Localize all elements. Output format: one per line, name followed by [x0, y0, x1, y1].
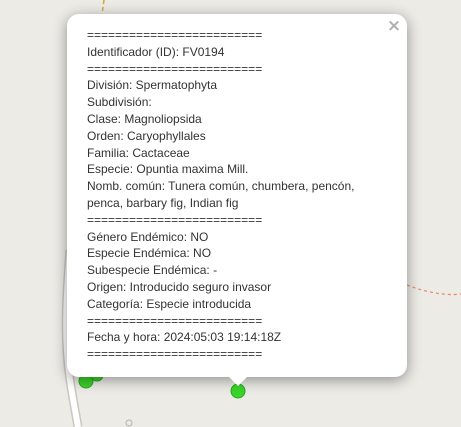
genero-endemico-line: Género Endémico: NO: [87, 229, 209, 244]
common-name-line: Nomb. común: Tunera común, chumbera, pen…: [87, 179, 355, 210]
especie-line: Especie: Opuntia maxima Mill.: [87, 162, 249, 177]
info-popup: × ========================= Identificado…: [67, 14, 407, 377]
separator: =========================: [87, 28, 263, 42]
popup-content: ========================= Identificador …: [87, 27, 387, 363]
popup-tip: [228, 376, 248, 386]
separator: =========================: [87, 313, 263, 328]
separator: =========================: [87, 212, 263, 227]
orden-line: Orden: Caryophyllales: [87, 128, 206, 143]
categoria-line: Categoría: Especie introducida: [87, 296, 252, 311]
observation-marker-selected[interactable]: [230, 383, 246, 399]
id-line: Identificador (ID): FV0194: [87, 44, 225, 59]
familia-line: Familia: Cactaceae: [87, 145, 190, 160]
subdivision-line: Subdivisión:: [87, 95, 152, 110]
subespecie-endemica-line: Subespecie Endémica: -: [87, 263, 218, 278]
separator: =========================: [87, 61, 263, 76]
especie-endemica-line: Especie Endémica: NO: [87, 246, 212, 261]
division-line: División: Spermatophyta: [87, 78, 218, 93]
close-button[interactable]: ×: [385, 17, 403, 35]
origen-line: Origen: Introducido seguro invasor: [87, 279, 272, 294]
datetime-line: Fecha y hora: 2024:05:03 19:14:18Z: [87, 330, 282, 345]
separator: =========================: [87, 347, 263, 362]
clase-line: Clase: Magnoliopsida: [87, 111, 202, 126]
